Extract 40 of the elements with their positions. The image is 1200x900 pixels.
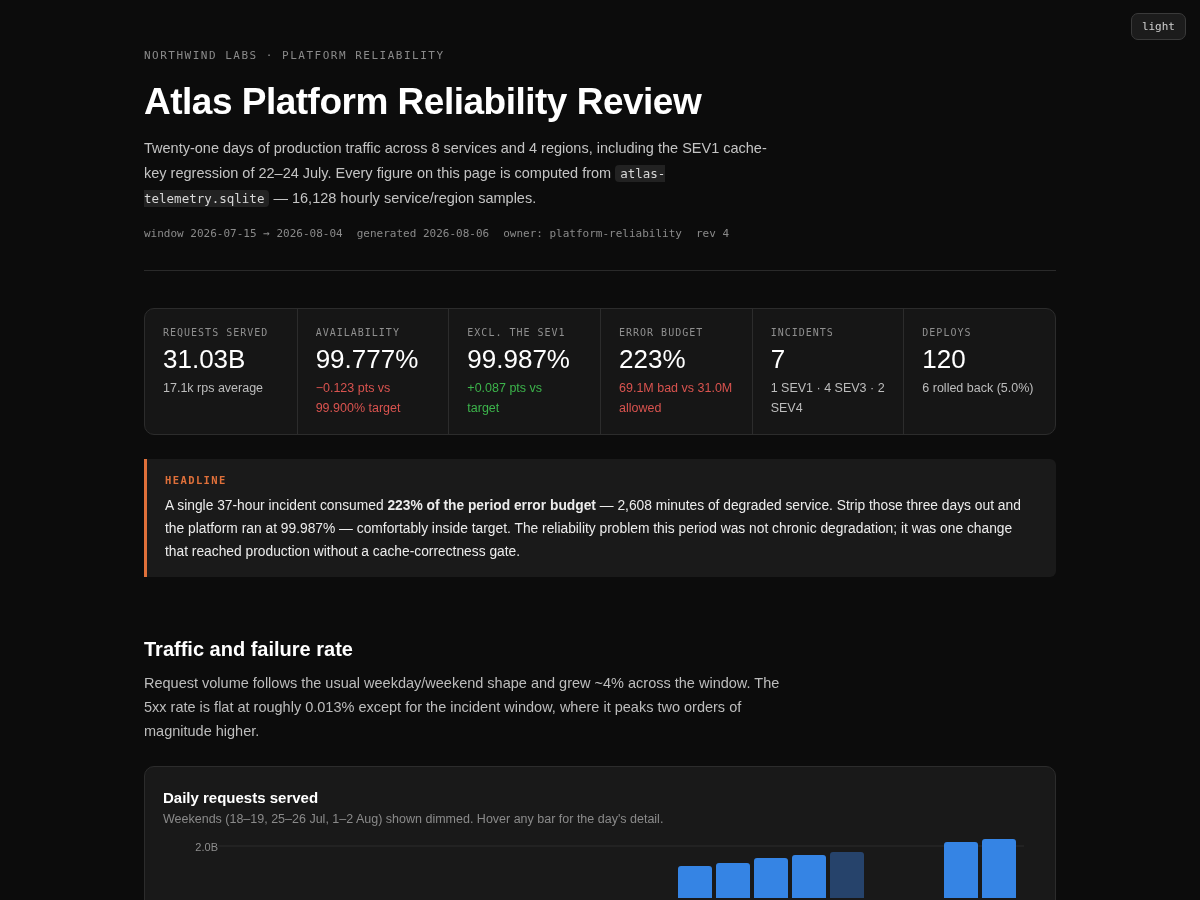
stat-label: DEPLOYS: [922, 327, 973, 338]
stat-value: 120: [922, 344, 967, 375]
chart-bar[interactable]: [678, 866, 712, 898]
section-text: Request volume follows the usual weekday/weekend shape and grew ~4% across the window. The 5xx rate is flat at roughly 0.013% except for the incident window, where it peaks two orders of magnitude higher.: [144, 674, 781, 741]
stat-value: 223%: [619, 344, 687, 375]
stat-note: 6 rolled back (5.0%): [922, 380, 1035, 397]
stat-label: AVAILABILITY: [315, 327, 401, 338]
chart-bar[interactable]: [944, 842, 978, 898]
theme-toggle-button[interactable]: light: [1130, 13, 1186, 40]
chart-bar[interactable]: [716, 863, 750, 898]
stat-note: 17.1k rps average: [163, 380, 265, 397]
stat-note: +0.087 pts vs target: [467, 380, 544, 417]
chart-bar[interactable]: [754, 858, 788, 898]
intro-paragraph: Twenty-one days of production traffic across 8 services and 4 regions, including the SEV1 cache-key regression of 22–24 July. Every figure on this page is computed from atlas-telemetry.sqlite — 16,128 hourly service/region samples.: [144, 139, 768, 209]
stat-note: 69.1M bad vs 31.0M allowed: [619, 380, 734, 417]
stat-value: 99.987%: [467, 344, 571, 375]
stat-label: EXCL. THE SEV1: [467, 327, 567, 338]
chart-bar[interactable]: [982, 839, 1016, 898]
stat-value: 7: [770, 344, 787, 375]
stat-value: 99.777%: [315, 344, 420, 375]
stat-label: ERROR BUDGET: [619, 327, 705, 338]
eyebrow-text: NORTHWIND LABS · PLATFORM RELIABILITY: [144, 49, 446, 62]
chart-subtitle: Weekends (18–19, 25–26 Jul, 1–2 Aug) shown dimmed. Hover any bar for the day's detail.: [163, 812, 665, 826]
headline-text: A single 37-hour incident consumed 223% of the period error budget — 2,608 minutes of degraded service. Strip those three days out and the platform ran at 99.987% — comfortably inside target. The reliability problem this period was not chronic degradation; it was one change that reached production without a cache-correctness gate.: [165, 497, 1022, 561]
meta-text: window 2026-07-15 → 2026-08-04: [144, 227, 343, 240]
stat-value: 31.03B: [163, 344, 247, 375]
chart-bar[interactable]: [792, 855, 826, 898]
meta-text: owner: platform-reliability: [503, 227, 682, 240]
chart-bar[interactable]: [830, 852, 864, 898]
chart-title: Daily requests served: [163, 789, 320, 806]
page-title: Atlas Platform Reliability Review: [144, 80, 703, 124]
meta-text: generated 2026-08-06: [356, 227, 490, 240]
stat-note: 1 SEV1 · 4 SEV3 · 2 SEV4: [770, 380, 886, 417]
section-title: Traffic and failure rate: [144, 638, 354, 661]
headline-label: HEADLINE: [165, 474, 228, 486]
stat-note: −0.123 pts vs 99.900% target: [315, 380, 402, 417]
stat-label: INCIDENTS: [770, 327, 835, 338]
axis-tick-label: 2.0B: [194, 840, 219, 855]
meta-text: rev 4: [695, 227, 730, 240]
stat-label: REQUESTS SERVED: [163, 327, 270, 338]
